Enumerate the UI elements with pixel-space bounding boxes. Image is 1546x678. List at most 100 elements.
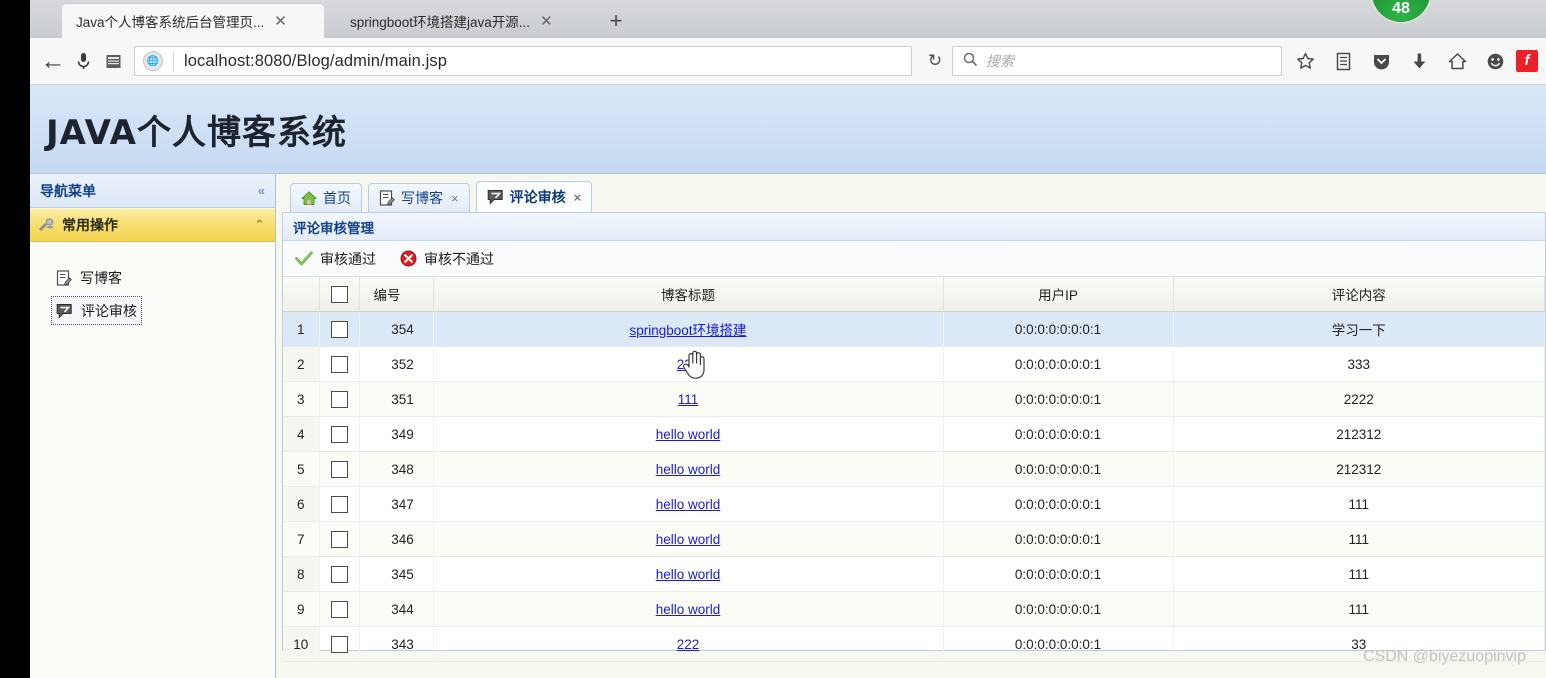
blog-title-link[interactable]: hello world — [656, 497, 721, 512]
watermark: CSDN @biyezuopinvip — [1363, 648, 1526, 665]
tab-comment-review-close-icon[interactable]: × — [574, 190, 582, 205]
sidebar-item-comment-review[interactable]: 评论审核 — [51, 296, 142, 325]
reject-button[interactable]: 审核不通过 — [400, 249, 494, 269]
new-tab-button[interactable]: + — [602, 8, 630, 34]
row-ip: 0:0:0:0:0:0:0:1 — [943, 381, 1174, 417]
smiley-icon[interactable] — [1478, 46, 1512, 76]
blog-title-link[interactable]: 222 — [677, 637, 700, 652]
row-checkbox[interactable] — [330, 425, 348, 443]
table-row[interactable]: 10 343 222 0:0:0:0:0:0:0:1 33 — [283, 626, 1545, 662]
library-icon[interactable] — [1326, 46, 1360, 76]
row-no: 348 — [359, 451, 434, 487]
sidebar-item-comment-review-label: 评论审核 — [81, 302, 137, 319]
table-row[interactable]: 5 348 hello world 0:0:0:0:0:0:0:1 212312 — [283, 451, 1545, 487]
blog-title-link[interactable]: hello world — [656, 462, 721, 477]
blog-title-link[interactable]: springboot环境搭建 — [629, 323, 746, 338]
table-row[interactable]: 2 352 222 0:0:0:0:0:0:0:1 333 — [283, 346, 1545, 382]
row-checkbox[interactable] — [330, 530, 348, 548]
row-checkbox-cell[interactable] — [319, 381, 360, 417]
row-checkbox[interactable] — [330, 390, 348, 408]
row-title-cell[interactable]: hello world — [433, 556, 944, 592]
tab-comment-review[interactable]: 评论审核 × — [475, 181, 593, 212]
bookmark-star-icon[interactable] — [1288, 46, 1322, 76]
header-index — [283, 277, 320, 312]
tab-write-blog-label: 写博客 — [401, 190, 443, 206]
address-bar[interactable]: 🌐 localhost:8080/Blog/admin/main.jsp — [134, 46, 912, 76]
table-row[interactable]: 3 351 111 0:0:0:0:0:0:0:1 2222 — [283, 381, 1545, 417]
approve-button[interactable]: 审核通过 — [295, 249, 376, 269]
row-title-cell[interactable]: 222 — [433, 626, 944, 662]
blog-title-link[interactable]: hello world — [656, 602, 721, 617]
header-select-all[interactable] — [319, 277, 360, 312]
tab-write-blog-close-icon[interactable]: × — [451, 191, 459, 206]
sidebar-item-list: 写博客 评论审核 — [30, 242, 275, 325]
row-title-cell[interactable]: springboot环境搭建 — [433, 311, 944, 347]
row-checkbox-cell[interactable] — [319, 591, 360, 627]
flash-icon[interactable]: f — [1516, 50, 1538, 72]
row-checkbox[interactable] — [330, 320, 348, 338]
blog-title-link[interactable]: 111 — [678, 392, 699, 407]
row-title-cell[interactable]: hello world — [433, 416, 944, 452]
table-row[interactable]: 4 349 hello world 0:0:0:0:0:0:0:1 212312 — [283, 416, 1545, 452]
collapse-icon[interactable]: « — [258, 183, 265, 198]
row-checkbox-cell[interactable] — [319, 521, 360, 557]
row-title-cell[interactable]: hello world — [433, 521, 944, 557]
sidebar-item-write-blog[interactable]: 写博客 — [52, 264, 126, 291]
site-title: JAVA个人博客系统 — [46, 112, 347, 153]
browser-tab-2[interactable]: springboot环境搭建java开源... ✕ — [336, 4, 592, 38]
table-row[interactable]: 1 354 springboot环境搭建 0:0:0:0:0:0:0:1 学习一… — [283, 311, 1545, 347]
table-row[interactable]: 6 347 hello world 0:0:0:0:0:0:0:1 111 — [283, 486, 1545, 522]
sidebar-accordion-common-operations[interactable]: 常用操作 ⌃ — [30, 208, 275, 242]
row-title-cell[interactable]: 111 — [433, 381, 944, 417]
row-checkbox[interactable] — [330, 355, 348, 373]
row-checkbox-cell[interactable] — [319, 416, 360, 452]
microphone-icon[interactable] — [68, 46, 98, 76]
row-checkbox-cell[interactable] — [319, 311, 360, 347]
row-title-cell[interactable]: 222 — [433, 346, 944, 382]
browser-tab-1[interactable]: Java个人博客系统后台管理页... ✕ — [62, 4, 324, 38]
blog-title-link[interactable]: hello world — [656, 427, 721, 442]
tab-home[interactable]: 首页 — [290, 183, 362, 212]
row-title-cell[interactable]: hello world — [433, 451, 944, 487]
blog-title-link[interactable]: hello world — [656, 567, 721, 582]
row-checkbox[interactable] — [330, 600, 348, 618]
header-title: 博客标题 — [433, 277, 944, 312]
row-no: 354 — [359, 311, 434, 347]
row-title-cell[interactable]: hello world — [433, 486, 944, 522]
row-checkbox-cell[interactable] — [319, 486, 360, 522]
sidebar: 导航菜单 « 常用操作 ⌃ 写博客 评论审核 — [30, 174, 276, 678]
row-checkbox-cell[interactable] — [319, 626, 360, 662]
row-checkbox[interactable] — [330, 460, 348, 478]
search-icon — [963, 52, 978, 70]
row-checkbox-cell[interactable] — [319, 346, 360, 382]
row-checkbox[interactable] — [330, 495, 348, 513]
comment-review-icon — [56, 303, 73, 319]
back-icon[interactable]: ← — [38, 46, 68, 76]
table-row[interactable]: 8 345 hello world 0:0:0:0:0:0:0:1 111 — [283, 556, 1545, 592]
downloads-icon[interactable] — [1402, 46, 1436, 76]
row-index: 9 — [283, 591, 320, 627]
row-checkbox-cell[interactable] — [319, 451, 360, 487]
pocket-icon[interactable] — [1364, 46, 1398, 76]
browser-tab-1-close-icon[interactable]: ✕ — [272, 14, 289, 29]
row-checkbox-cell[interactable] — [319, 556, 360, 592]
row-checkbox[interactable] — [330, 565, 348, 583]
table-row[interactable]: 9 344 hello world 0:0:0:0:0:0:0:1 111 — [283, 591, 1545, 627]
reader-icon[interactable] — [98, 46, 128, 76]
browser-tab-1-title: Java个人博客系统后台管理页... — [76, 15, 265, 30]
blog-title-link[interactable]: hello world — [656, 532, 721, 547]
chevron-up-icon[interactable]: ⌃ — [254, 217, 265, 233]
search-bar[interactable]: 搜索 — [952, 46, 1282, 76]
row-checkbox[interactable] — [330, 635, 348, 653]
select-all-checkbox[interactable] — [330, 285, 348, 303]
table-row[interactable]: 7 346 hello world 0:0:0:0:0:0:0:1 111 — [283, 521, 1545, 557]
search-placeholder: 搜索 — [986, 53, 1014, 69]
notification-badge[interactable]: 48 — [1370, 0, 1432, 24]
browser-tab-2-title: springboot环境搭建java开源... — [350, 15, 531, 30]
browser-tab-2-close-icon[interactable]: ✕ — [538, 14, 555, 29]
blog-title-link[interactable]: 222 — [677, 357, 700, 372]
tab-write-blog[interactable]: 写博客 × — [368, 183, 470, 212]
row-title-cell[interactable]: hello world — [433, 591, 944, 627]
home-icon[interactable] — [1440, 46, 1474, 76]
reload-icon[interactable]: ↻ — [918, 46, 952, 76]
